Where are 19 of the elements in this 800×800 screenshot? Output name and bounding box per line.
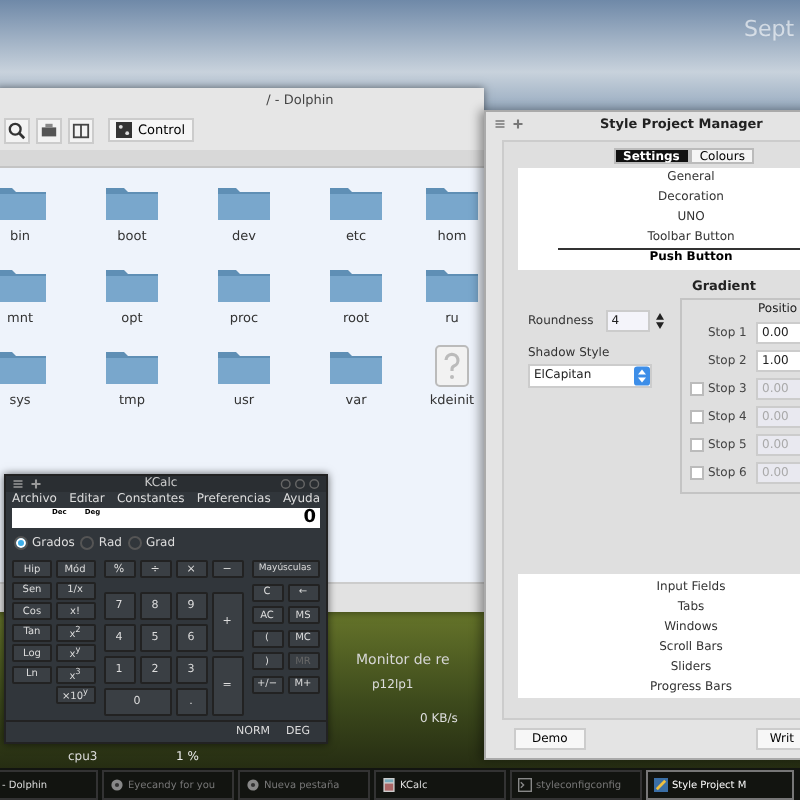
checkbox[interactable]	[690, 381, 704, 395]
spin-arrows-icon[interactable]	[655, 312, 664, 330]
pin-icon[interactable]	[512, 118, 524, 130]
search-icon[interactable]	[4, 117, 30, 143]
app-icon	[654, 778, 668, 792]
window-buttons-icon[interactable]	[280, 477, 320, 490]
panel-icon[interactable]	[68, 117, 94, 143]
printer-icon[interactable]	[36, 117, 62, 143]
display-value: 0	[303, 508, 316, 528]
gear-icon	[110, 778, 124, 792]
terminal-icon	[518, 778, 532, 792]
pin-icon[interactable]	[30, 477, 42, 490]
gear-icon	[246, 778, 260, 792]
checkbox[interactable]	[690, 465, 704, 479]
checkbox[interactable]	[690, 437, 704, 451]
dropdown-arrows-icon	[634, 366, 650, 386]
checkbox[interactable]	[690, 409, 704, 423]
calculator-icon	[382, 778, 396, 792]
clock-widget: Sept	[744, 16, 795, 42]
